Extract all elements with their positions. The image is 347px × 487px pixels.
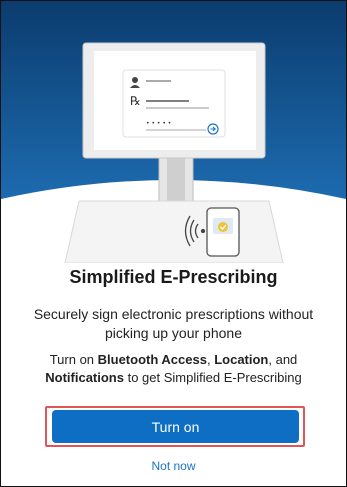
submit-arrow-icon xyxy=(207,123,219,135)
password-dots-icon: • • • • • xyxy=(146,120,171,127)
bluetooth-access-label: Bluetooth Access xyxy=(97,352,207,367)
prescription-rx-icon: ℞ xyxy=(130,94,141,108)
location-label: Location xyxy=(214,352,269,367)
onboarding-screen: ℞ • • • • • Simplified E-Prescribing Sec… xyxy=(0,0,347,487)
subtitle-text: Securely sign electronic prescriptions w… xyxy=(33,306,314,341)
notifications-label: Notifications xyxy=(45,370,124,385)
svg-text:℞: ℞ xyxy=(130,94,141,108)
instructions-sep2: , and xyxy=(268,352,298,367)
instructions-text: Turn on Bluetooth Access, Location, and … xyxy=(11,351,336,387)
hero-illustration: ℞ • • • • • xyxy=(1,1,346,263)
instructions-prefix: Turn on xyxy=(49,352,98,367)
svg-text:• • • • •: • • • • • xyxy=(146,120,171,127)
phone-check-icon xyxy=(206,207,240,257)
page-title: Simplified E-Prescribing xyxy=(69,267,278,287)
not-now-link[interactable]: Not now xyxy=(1,459,346,473)
turn-on-button[interactable]: Turn on xyxy=(52,410,299,443)
instructions-suffix: to get Simplified E-Prescribing xyxy=(123,370,302,385)
